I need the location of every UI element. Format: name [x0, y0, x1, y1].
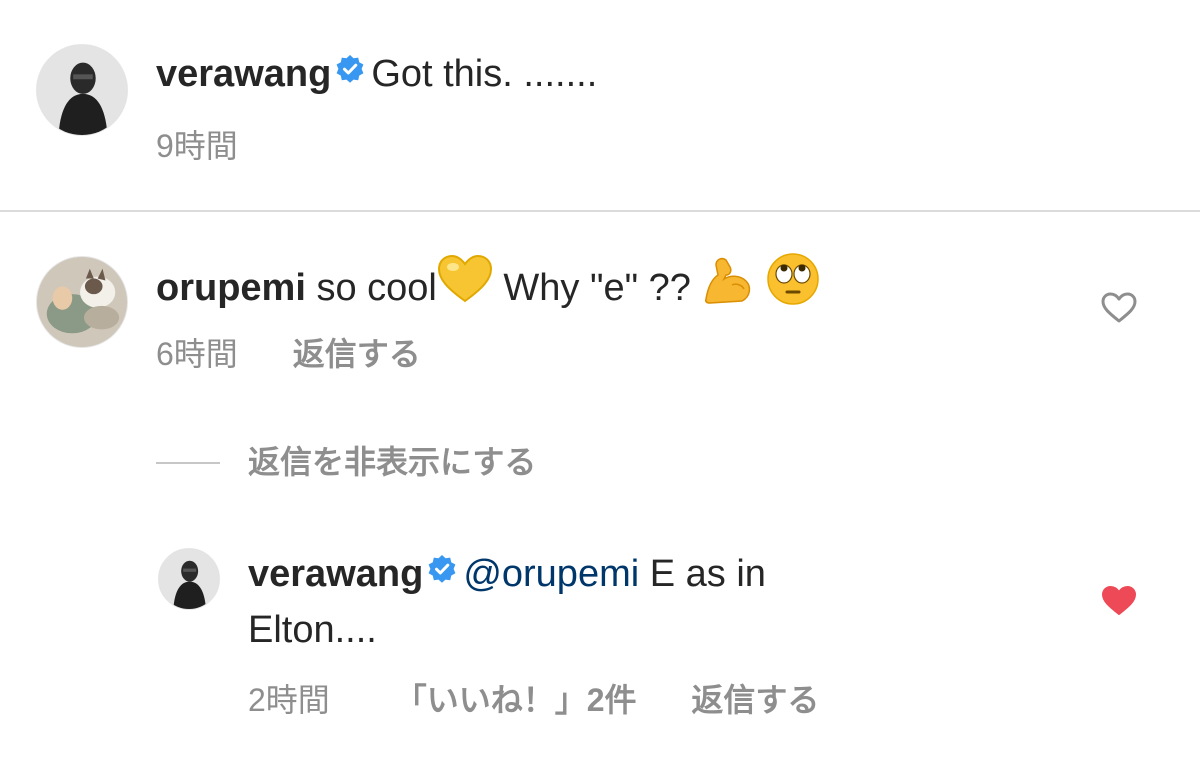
reply-mention-link[interactable]: @orupemi [463, 553, 639, 595]
avatar[interactable] [158, 548, 220, 610]
profile-photo [159, 549, 219, 609]
avatar[interactable] [36, 44, 128, 136]
reply-text-line-2: Elton.... [248, 604, 377, 656]
caption-timestamp[interactable]: 9時間 [156, 128, 238, 164]
hide-replies-button[interactable]: 返信を非表示にする [248, 442, 536, 482]
comment-reply-button[interactable]: 返信する [293, 336, 421, 372]
verified-badge-icon [335, 46, 365, 98]
reply-body-line-1: E as in [639, 553, 766, 595]
comment-meta: 6時間 返信する [156, 334, 421, 374]
caption-meta: 9時間 [156, 126, 238, 166]
reply-meta: 2時間 「いいね！」2件 返信する [248, 680, 819, 720]
comment-text-line: orupemi so cool Why "e" ?? [156, 253, 820, 324]
liked-heart-icon[interactable] [1101, 585, 1137, 622]
divider [0, 210, 1200, 212]
profile-photo [37, 257, 127, 347]
reply-body-line-2: Elton.... [248, 609, 377, 651]
flexed-biceps-icon [702, 253, 756, 319]
verified-badge-icon [427, 546, 457, 598]
caption-body: Got this. ....... [371, 53, 598, 95]
caption-username[interactable]: verawang [156, 53, 331, 95]
like-heart-icon[interactable] [1101, 292, 1137, 329]
avatar[interactable] [36, 256, 128, 348]
reply-reply-button[interactable]: 返信する [691, 682, 819, 718]
caption-text-line: verawang Got this. ....... [156, 48, 597, 102]
profile-photo [37, 45, 127, 135]
comment-body-start: so cool [316, 267, 437, 310]
yellow-heart-icon [437, 254, 493, 318]
comment-body-end: Why "e" ?? [492, 267, 691, 310]
face-with-rolling-eyes-icon [766, 252, 820, 320]
reply-timestamp[interactable]: 2時間 [248, 682, 330, 718]
comment-username[interactable]: orupemi [156, 267, 306, 309]
reply-likes-count[interactable]: 「いいね！」2件 [395, 682, 637, 718]
reply-username[interactable]: verawang [248, 553, 423, 595]
comment-timestamp[interactable]: 6時間 [156, 336, 238, 372]
replies-thread-line [156, 462, 220, 464]
reply-text-line-1: verawang @orupemi E as in [248, 548, 766, 602]
